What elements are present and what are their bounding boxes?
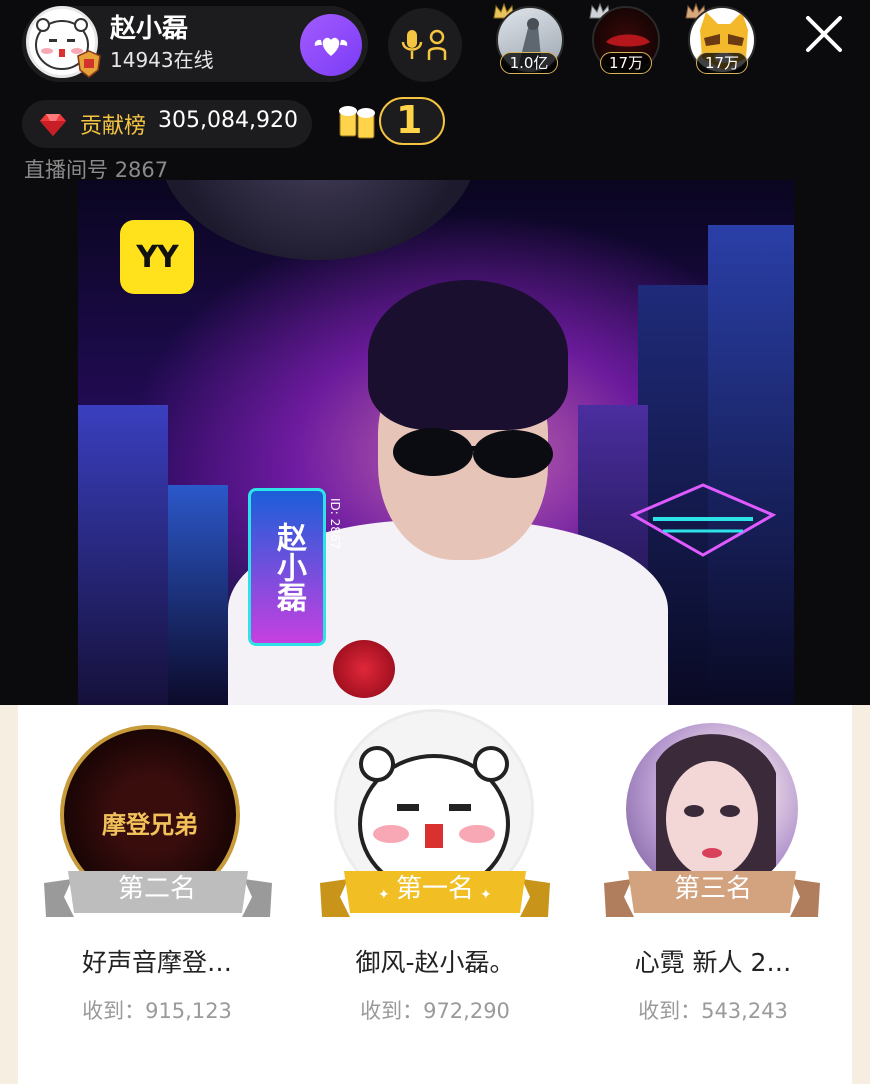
beer-rank-number: 1 [396,98,423,142]
online-count: 14943在线 [110,48,214,72]
ranking-entry-first[interactable]: ✦ ✦ 第一名 御风-赵小磊。 收到：972,290 [296,705,574,1084]
rank-received: 收到：915,123 [82,999,232,1023]
sunglasses-graphic [393,428,553,478]
rose-graphic [333,640,395,698]
host-name: 赵小磊 [110,14,189,44]
yy-logo: YY [120,220,194,294]
city-building [78,405,168,705]
vip-shield-icon [77,50,101,78]
rank-user-name: 好声音摩登… [81,948,232,977]
ranking-card: 摩登兄弟 第二名 好声音摩登… 收到：915,123 ✦ ✦ 第一名 御风-赵小… [18,705,852,1084]
beer-rank-badge[interactable] [336,96,446,146]
contribution-label: 贡献榜 [80,114,147,139]
viewer-contribution: 1.0亿 [500,52,558,74]
diamond-icon [40,114,66,136]
neon-sign-graphic [629,483,777,557]
close-icon[interactable] [800,10,848,58]
mic-link-button[interactable] [388,8,462,82]
ranking-entry-second[interactable]: 摩登兄弟 第二名 好声音摩登… 收到：915,123 [18,705,296,1084]
viewer-contribution: 17万 [696,52,748,74]
rank-label: 第二名 [117,874,196,904]
rank-received: 收到：543,243 [638,999,788,1023]
room-id-value: 2867 [114,158,169,182]
viewer-contribution: 17万 [600,52,652,74]
rank-label: 第一名 [395,874,474,904]
rank-user-name: 御风-赵小磊。 [355,948,515,977]
winged-heart-icon [314,37,348,56]
rank-label: 第三名 [673,874,752,904]
rank-received: 收到：972,290 [360,999,510,1023]
rank-user-name: 心霓 新人 2… [634,948,792,977]
city-building [168,485,228,705]
live-stream-area: 赵小磊 14943在线 1.0亿 17万 17万 贡献榜 305,084,920… [0,0,870,705]
ranking-section: 摩登兄弟 第二名 好声音摩登… 收到：915,123 ✦ ✦ 第一名 御风-赵小… [0,705,870,1084]
ranking-entry-third[interactable]: 第三名 心霓 新人 2… 收到：543,243 [574,705,852,1084]
avatar-brand-text: 摩登兄弟 [102,811,198,839]
streamer-name-tag: 赵小磊 [248,488,326,646]
beer-mugs-icon [339,97,445,145]
stream-video-poster[interactable]: YY 赵小磊 ID: 2867 [78,180,794,705]
moon-graphic [158,180,478,260]
city-building [708,225,794,705]
follow-button[interactable] [300,14,362,76]
room-id-label: 直播间号 [24,158,108,182]
contribution-value: 305,084,920 [158,108,298,133]
streamer-id-tag: ID: 2867 [328,498,342,550]
mic-person-icon [401,29,447,60]
streamer-hair [368,280,568,430]
